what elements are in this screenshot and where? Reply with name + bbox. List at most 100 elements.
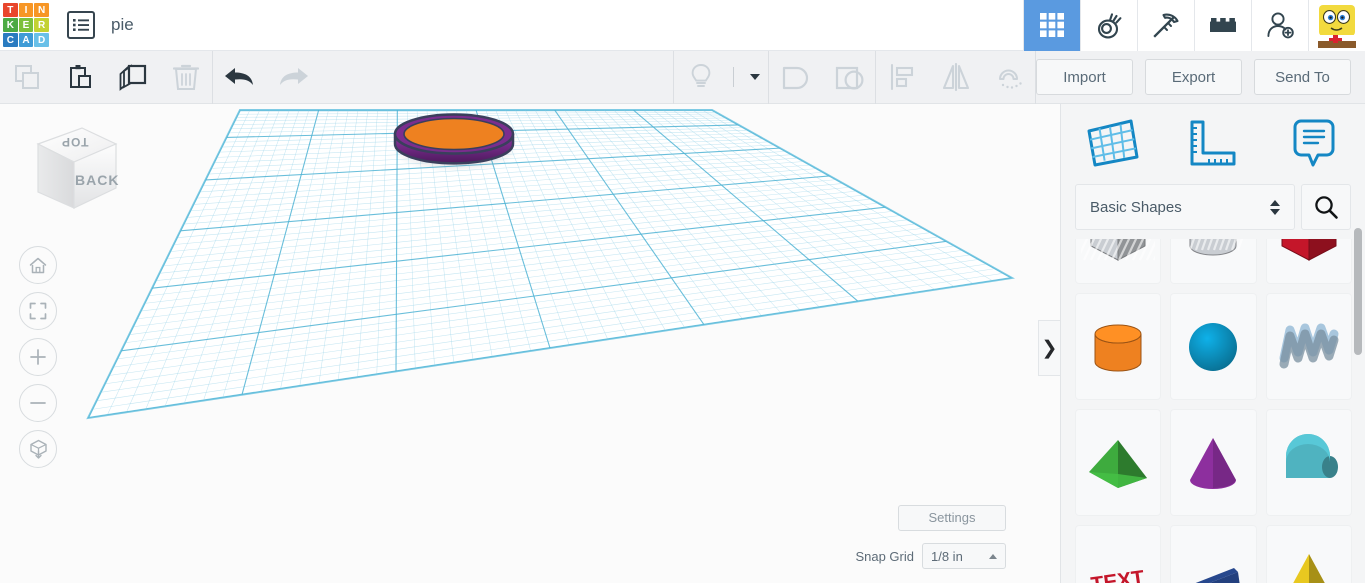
green-pyramid-shape[interactable] xyxy=(1075,409,1162,516)
codeblocks-icon[interactable] xyxy=(1080,0,1137,51)
scribble-shape[interactable] xyxy=(1265,293,1352,400)
send-to-button[interactable]: Send To xyxy=(1254,59,1351,95)
scrollbar-thumb[interactable] xyxy=(1354,228,1362,355)
teal-roof-shape[interactable] xyxy=(1265,409,1352,516)
paste-glyph xyxy=(69,65,91,88)
blue-sphere-shape[interactable] xyxy=(1170,293,1257,400)
chevron-up-icon xyxy=(989,553,997,559)
designs-grid-icon[interactable] xyxy=(1023,0,1080,51)
export-button[interactable]: Export xyxy=(1145,59,1242,95)
search-icon[interactable] xyxy=(1301,184,1351,230)
undo-icon[interactable] xyxy=(213,51,266,104)
copy-glyph xyxy=(14,65,39,89)
brick-glyph xyxy=(1210,18,1236,32)
fit-view-glyph xyxy=(29,302,47,320)
history-tools xyxy=(213,51,319,104)
lightbulb-divider xyxy=(733,67,734,87)
orthographic-toggle-icon[interactable] xyxy=(19,430,57,468)
shapes-search-row: Basic Shapes xyxy=(1061,184,1365,230)
orange-cylinder-shape[interactable] xyxy=(1075,293,1162,400)
red-text-shape[interactable]: TEXT xyxy=(1075,525,1162,583)
red-box-shape[interactable] xyxy=(1265,239,1352,284)
person-plus-glyph xyxy=(1267,12,1294,39)
logo-tile-c: C xyxy=(3,33,18,47)
view-cube-front-label[interactable]: BACK xyxy=(75,172,119,188)
grid-glyph xyxy=(1040,13,1064,37)
list-menu-icon[interactable] xyxy=(67,11,95,39)
settings-button[interactable]: Settings xyxy=(898,505,1006,531)
snap-grid-select[interactable]: 1/8 in xyxy=(922,543,1006,569)
top-bar: TIN KER CAD pie xyxy=(0,0,1365,51)
shape-category-select[interactable]: Basic Shapes xyxy=(1075,184,1295,230)
paste-icon[interactable] xyxy=(53,51,106,104)
cylinder-hole-shape[interactable] xyxy=(1170,239,1257,284)
purple-cone-shape[interactable] xyxy=(1170,409,1257,516)
plus-glyph xyxy=(30,349,46,365)
project-title[interactable]: pie xyxy=(111,15,134,35)
workplane-glyph xyxy=(1087,119,1139,167)
codeblocks-glyph xyxy=(1097,13,1122,39)
ungroup-shapes-icon[interactable] xyxy=(822,51,875,104)
home-view-icon[interactable] xyxy=(19,246,57,284)
magnet-snap-icon[interactable] xyxy=(982,51,1035,104)
mirror-icon[interactable] xyxy=(929,51,982,104)
yellow-pyramid-shape[interactable] xyxy=(1265,525,1352,583)
copy-icon[interactable] xyxy=(0,51,53,104)
arrange-tools xyxy=(876,51,1035,104)
view-navigation-buttons xyxy=(19,246,57,476)
minus-glyph xyxy=(30,402,46,404)
ruler-glyph xyxy=(1190,120,1236,166)
add-person-icon[interactable] xyxy=(1251,0,1308,51)
user-avatar[interactable] xyxy=(1308,0,1365,51)
align-icon[interactable] xyxy=(876,51,929,104)
group-shapes-icon[interactable] xyxy=(769,51,822,104)
minecraft-pickaxe-icon[interactable] xyxy=(1137,0,1194,51)
undo-glyph xyxy=(224,68,253,85)
pie-model[interactable] xyxy=(393,113,517,173)
lightbulb-glyph xyxy=(691,64,710,87)
redo-glyph xyxy=(279,68,308,85)
blue-wedge-shape[interactable] xyxy=(1170,525,1257,583)
ortho-cube-glyph xyxy=(29,439,47,459)
logo-tile-a: A xyxy=(18,33,34,47)
zoom-in-icon[interactable] xyxy=(19,338,57,376)
canvas-footer-controls: Settings Snap Grid 1/8 in xyxy=(855,505,1006,569)
lightbulb-dropdown-icon[interactable] xyxy=(740,51,768,104)
panel-tool-tabs xyxy=(1061,104,1365,184)
lightbulb-icon[interactable] xyxy=(674,51,727,104)
logo-tile-t: T xyxy=(3,3,18,17)
snap-grid-row: Snap Grid 1/8 in xyxy=(855,543,1006,569)
shapes-panel: Basic Shapes TEXT xyxy=(1060,104,1365,583)
logo-tile-n: N xyxy=(34,3,49,17)
ruler-tool-icon[interactable] xyxy=(1162,104,1263,184)
tinkercad-editor: TINKERCAD pie Import Export Send To TOP … xyxy=(0,0,1365,583)
workplane-tool-icon[interactable] xyxy=(1061,104,1162,184)
magnifier-glyph xyxy=(1315,196,1338,219)
magnet-glyph xyxy=(998,69,1022,89)
fit-to-view-icon[interactable] xyxy=(19,292,57,330)
lego-brick-icon[interactable] xyxy=(1194,0,1251,51)
zoom-out-icon[interactable] xyxy=(19,384,57,422)
duplicate-icon[interactable] xyxy=(106,51,159,104)
box-hole-shape[interactable] xyxy=(1075,239,1162,284)
trash-glyph xyxy=(172,64,199,90)
view-cube-top-label[interactable]: TOP xyxy=(61,135,88,149)
pie-filling xyxy=(403,117,505,151)
redo-icon[interactable] xyxy=(266,51,319,104)
mirror-glyph xyxy=(942,63,969,91)
shape-library-scrollbar[interactable] xyxy=(1354,134,1362,444)
edit-toolbar: Import Export Send To xyxy=(0,50,1365,104)
panel-collapse-toggle[interactable]: ❯ xyxy=(1038,320,1060,376)
import-button[interactable]: Import xyxy=(1036,59,1133,95)
align-glyph xyxy=(890,63,913,91)
note-tool-icon[interactable] xyxy=(1264,104,1365,184)
delete-icon[interactable] xyxy=(159,51,212,104)
tinkercad-logo[interactable]: TIN KER CAD xyxy=(3,3,49,47)
visibility-tools xyxy=(674,51,768,104)
updown-arrows-icon xyxy=(1270,199,1280,215)
shape-library-scroll[interactable]: TEXT xyxy=(1061,239,1365,583)
design-canvas[interactable]: TOP BACK Settings Snap Grid 1/8 in ❯ xyxy=(0,104,1060,583)
list-menu-glyph xyxy=(72,19,89,31)
clipboard-tools xyxy=(0,51,212,104)
view-cube[interactable]: TOP BACK xyxy=(30,124,122,216)
